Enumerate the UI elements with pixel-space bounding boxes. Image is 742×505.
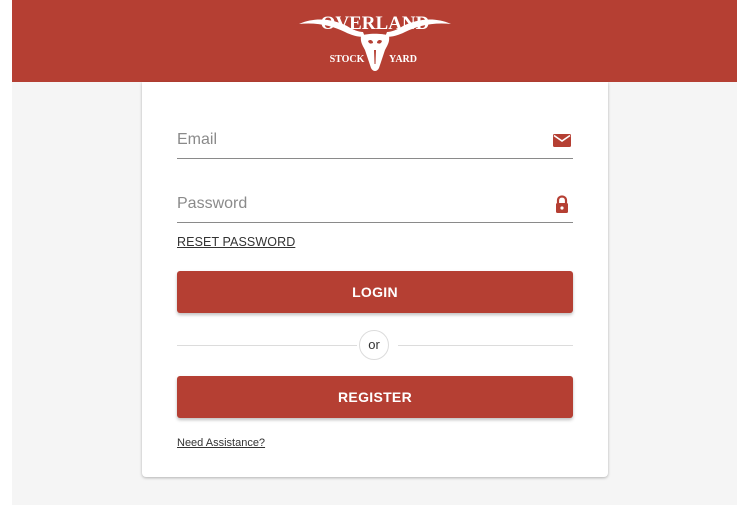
divider-line-right: [398, 345, 573, 346]
password-input[interactable]: [177, 192, 537, 216]
need-assistance-link[interactable]: Need Assistance?: [177, 437, 265, 449]
reset-password-link[interactable]: RESET PASSWORD: [177, 235, 295, 249]
email-field-wrapper: [177, 124, 573, 159]
or-divider: or: [359, 330, 389, 360]
email-input[interactable]: [177, 128, 537, 152]
logo-top-text: OVERLAND: [320, 13, 429, 34]
login-page: OVERLAND STOCK YARD Email RESET PASSWORD…: [0, 0, 742, 505]
logo-right-text: YARD: [389, 54, 417, 65]
header-bar: OVERLAND STOCK YARD: [12, 0, 737, 82]
divider-line-left: [177, 345, 357, 346]
login-button[interactable]: LOGIN: [177, 271, 573, 313]
login-card: RESET PASSWORD LOGIN or REGISTER Need As…: [142, 82, 608, 477]
password-field-wrapper: [177, 188, 573, 223]
longhorn-steer-skull-icon: [360, 33, 389, 71]
logo-left-text: STOCK: [329, 54, 364, 65]
overland-stock-yard-logo: OVERLAND STOCK YARD: [298, 13, 451, 71]
register-button[interactable]: REGISTER: [177, 376, 573, 418]
envelope-icon: [553, 134, 571, 147]
lock-icon: [556, 195, 568, 213]
